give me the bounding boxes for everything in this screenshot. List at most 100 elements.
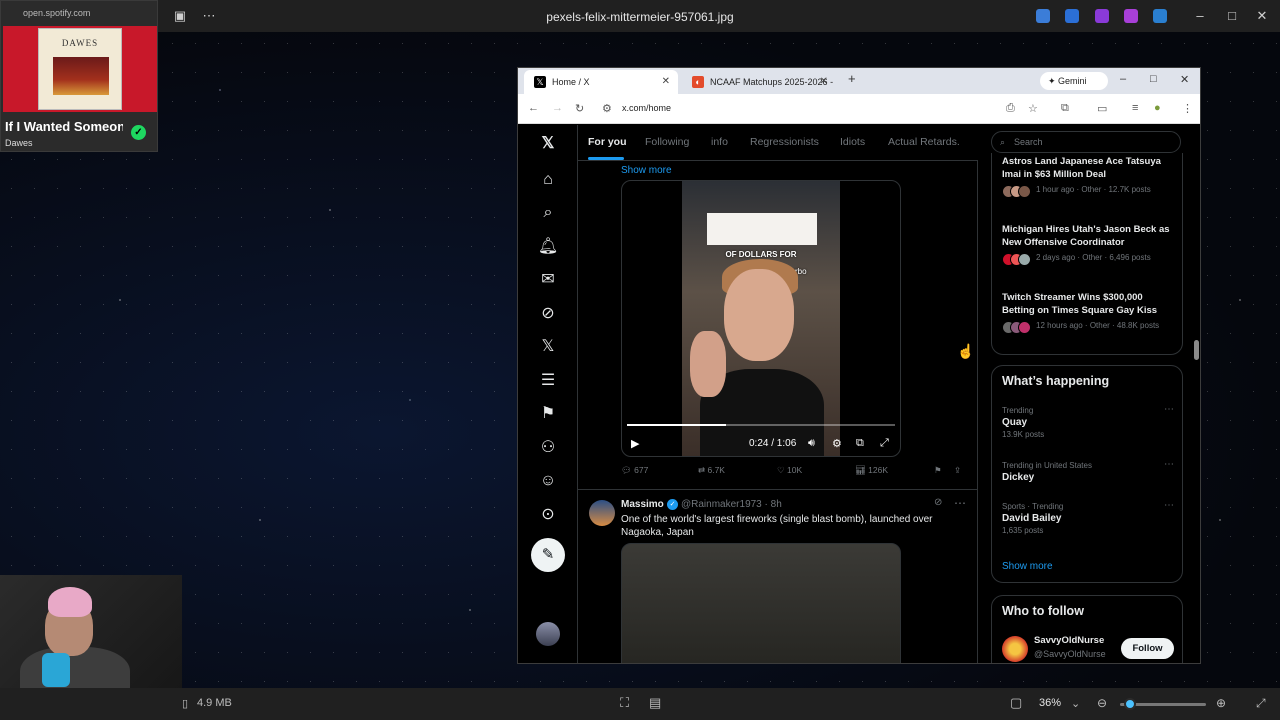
close-tab-icon[interactable]: ✕ [820,76,828,87]
zoom-level[interactable]: 36% [1039,697,1061,709]
tab-idiots[interactable]: Idiots [840,136,865,148]
more-icon[interactable]: ⊙ [536,503,560,527]
views-button[interactable]: 📊︎ 126K [855,465,888,476]
saved-check-icon[interactable]: ✓ [131,125,146,140]
gemini-button[interactable]: ✦ Gemini [1040,72,1108,90]
new-tab-icon[interactable]: + [848,71,856,86]
trend-item[interactable]: Trending Quay 13.9K posts ⋯ [1002,404,1174,439]
onedrive-icon[interactable] [1153,9,1167,23]
tab-home-x[interactable]: 𝕏 Home / X ✕ [524,70,678,94]
spotify-mini-player[interactable]: open.spotify.com DAWES If I Wanted Someo… [0,0,158,152]
author-name[interactable]: Massimo [621,499,664,510]
show-more-link[interactable]: Show more [621,165,672,176]
chevron-down-icon[interactable]: ⌄ [1071,697,1080,710]
more-icon[interactable]: ⋯ [1164,500,1174,511]
tab-info[interactable]: info [711,136,728,148]
artist-name: Dawes [5,138,33,148]
site-info-icon[interactable]: ⚙ [602,102,612,115]
fullscreen-icon[interactable]: ⤢ [880,437,889,450]
avatar[interactable] [589,500,615,526]
tab-for-you[interactable]: For you [588,136,627,148]
ocr-icon[interactable]: ▤ [649,695,661,711]
app-icon[interactable] [1124,9,1138,23]
app-icon[interactable] [1065,9,1079,23]
reply-button[interactable]: 💬︎ 677 [621,465,648,476]
tab-ncaaf[interactable]: ◐ NCAAF Matchups 2025-2026 - ✕ [682,70,836,94]
video-player[interactable]: OF DOLLARS FOR bneedegsorbo ▶ 0:24 / 1:0… [621,180,901,457]
profile-avatar-icon[interactable]: ● [1154,102,1161,114]
tweet-media[interactable] [621,543,901,663]
extensions-icon[interactable]: ⧉ [1061,102,1069,115]
author-handle[interactable]: @Rainmaker1973 · 8h [681,499,782,510]
notifications-icon[interactable]: 🔔︎ [536,235,560,259]
zoom-slider-thumb[interactable] [1124,698,1136,710]
repost-button[interactable]: ⇄ 6.7K [698,465,725,476]
zoom-in-icon[interactable]: ⊕ [1216,696,1226,710]
settings-icon[interactable]: ⚙ [832,437,842,450]
sidebar-icon[interactable]: ▭ [1097,102,1107,115]
minimize-icon[interactable]: – [1192,8,1208,24]
app-icon[interactable] [1095,9,1109,23]
back-icon[interactable]: ← [528,102,539,114]
lists-icon[interactable]: ☰ [536,369,560,393]
like-button[interactable]: ♡ 10K [777,465,802,476]
fit-icon[interactable]: ▢ [1010,695,1022,711]
video-progress-bar[interactable] [627,424,895,426]
close-icon[interactable]: ✕ [1180,73,1189,86]
avatar[interactable] [1002,636,1028,662]
search-input[interactable]: ⌕ Search [991,131,1181,153]
maximize-icon[interactable]: □ [1224,8,1240,24]
home-icon[interactable]: ⌂ [536,168,560,192]
menu-icon[interactable]: ⋮ [1182,102,1193,115]
forward-icon[interactable]: → [552,102,563,114]
tab-actual-retards[interactable]: Actual Retards. [888,136,960,148]
close-icon[interactable]: ✕ [1254,8,1270,24]
share-icon[interactable]: ⇪ [954,465,961,476]
account-avatar[interactable] [536,622,560,646]
scrollbar[interactable] [1194,340,1199,360]
more-icon[interactable]: ⋯ [1164,459,1174,470]
profile-icon[interactable]: ☺ [536,469,560,493]
tweet[interactable]: Massimo ✓ @Rainmaker1973 · 8h ⊘ ⋯ One of… [578,490,977,663]
messages-icon[interactable]: ✉ [536,268,560,292]
more-icon[interactable]: ⋯ [954,496,966,510]
browser-window: 𝕏 Home / X ✕ ◐ NCAAF Matchups 2025-2026 … [517,67,1201,664]
follow-button[interactable]: Follow [1121,638,1174,659]
more-icon[interactable]: ⋯ [1164,404,1174,415]
pip-icon[interactable]: ⧉ [856,437,864,450]
close-tab-icon[interactable]: ✕ [662,76,670,87]
reading-list-icon[interactable]: ≡ [1132,102,1138,114]
maximize-icon[interactable]: □ [1150,73,1157,85]
minimize-icon[interactable]: – [1120,73,1126,85]
volume-icon[interactable]: 🔊︎ [808,437,815,450]
bookmarks-icon[interactable]: ⚑ [536,402,560,426]
url-field[interactable]: x.com/home [622,103,671,113]
trend-posts: 1,635 posts [1002,526,1044,535]
zoom-out-icon[interactable]: ⊖ [1097,696,1107,710]
grok-icon[interactable]: ⊘ [934,497,942,508]
trend-name: David Bailey [1002,513,1062,524]
trend-item[interactable]: Trending in United States Dickey ⋯ [1002,459,1174,483]
select-icon[interactable]: ⛶ [620,695,629,711]
copilot-icon[interactable] [1036,9,1050,23]
x-logo-icon[interactable]: 𝕏 [536,132,560,156]
show-more-link[interactable]: Show more [1002,561,1053,572]
tab-regressionists[interactable]: Regressionists [750,136,819,148]
premium-icon[interactable]: 𝕏 [536,335,560,359]
compose-post-button[interactable]: ✎ [531,538,565,572]
search-icon[interactable]: ⌕ [536,201,560,225]
bookmark-star-icon[interactable]: ☆ [1028,102,1038,115]
tab-following[interactable]: Following [645,136,689,148]
trend-item[interactable]: Sports · Trending David Bailey 1,635 pos… [1002,500,1174,535]
news-item[interactable]: Astros Land Japanese Ace Tatsuya Imai in… [1002,155,1176,198]
grok-icon[interactable]: ⊘ [536,302,560,326]
news-item[interactable]: Michigan Hires Utah's Jason Beck as New … [1002,223,1176,266]
fullscreen-icon[interactable]: ⤢ [1256,696,1266,711]
suggestion-name[interactable]: SavvyOldNurse [1034,635,1104,646]
play-icon[interactable]: ▶ [631,437,639,450]
bookmark-icon[interactable]: ⚑ [934,465,942,476]
reload-icon[interactable]: ↻ [575,102,584,115]
install-icon[interactable]: ⎙ [1006,102,1015,115]
communities-icon[interactable]: ⚇ [536,436,560,460]
news-item[interactable]: Twitch Streamer Wins $300,000 Betting on… [1002,291,1176,334]
